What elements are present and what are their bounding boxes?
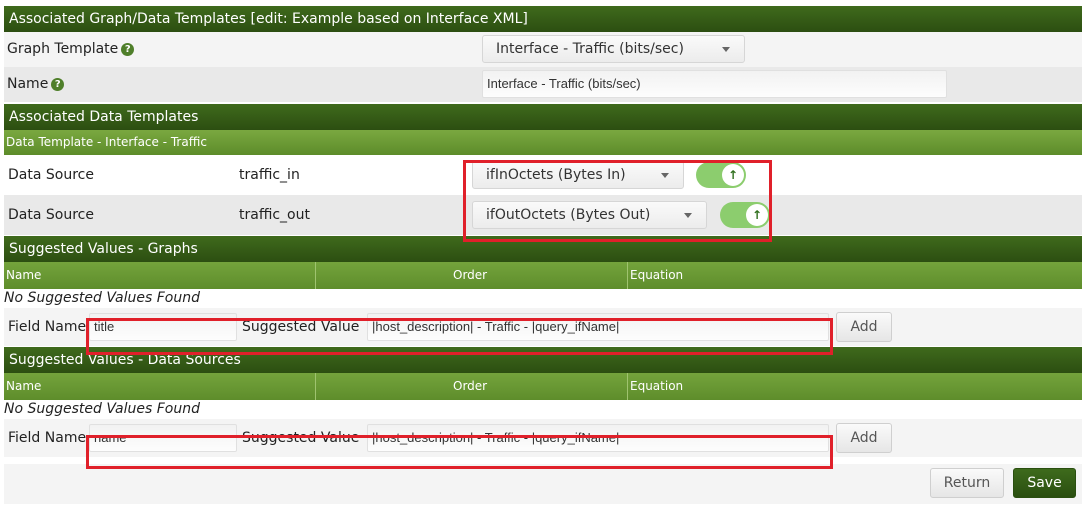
chevron-down-icon [661,173,669,178]
save-button[interactable]: Save [1013,468,1076,498]
field-name-label: Field Name [8,319,87,335]
data-source-select-value: ifInOctets (Bytes In) [486,167,626,183]
column-divider [315,373,316,400]
name-label-wrap: Name? [7,67,65,102]
chevron-down-icon [722,47,730,52]
column-name: Name [6,268,42,282]
no-values-message: No Suggested Values Found [4,289,1082,308]
data-source-label: Data Source [8,167,94,183]
graph-template-row: Graph Template? Interface - Traffic (bit… [4,32,1082,67]
ds-suggest-row: Field Name name Suggested Value |host_de… [4,419,1082,457]
field-name-input[interactable]: title [89,313,237,341]
data-source-select-out[interactable]: ifOutOctets (Bytes Out) [472,201,707,229]
column-header-row: Name Order Equation [4,262,1082,289]
name-label: Name [7,76,49,92]
field-name-label: Field Name [8,430,87,446]
arrow-up-icon: ↑ [722,164,744,186]
graph-template-select-value: Interface - Traffic (bits/sec) [496,41,684,57]
graph-suggest-row: Field Name title Suggested Value |host_d… [4,308,1082,346]
section-header-data-templates: Associated Data Templates [4,104,1082,130]
data-source-row-in: Data Source traffic_in ifInOctets (Bytes… [4,155,1082,195]
help-icon[interactable]: ? [51,77,65,91]
column-divider [315,262,316,289]
suggested-value-label: Suggested Value [242,319,360,335]
arrow-up-icon: ↑ [746,204,768,226]
suggested-value-input[interactable]: |host_description| - Traffic - |query_if… [367,313,829,341]
name-row: Name? Interface - Traffic (bits/sec) [4,67,1082,102]
toggle-switch-in[interactable]: ↑ [696,162,746,188]
graph-template-label: Graph Template [7,41,119,57]
data-source-label: Data Source [8,207,94,223]
data-source-row-out: Data Source traffic_out ifOutOctets (Byt… [4,195,1082,235]
chevron-down-icon [684,213,692,218]
add-button[interactable]: Add [836,312,892,342]
graph-template-select[interactable]: Interface - Traffic (bits/sec) [482,35,745,63]
data-source-select-in[interactable]: ifInOctets (Bytes In) [472,161,684,189]
suggested-value-input[interactable]: |host_description| - Traffic - |query_if… [367,424,829,452]
section-header-suggested-graphs: Suggested Values - Graphs [4,236,1082,262]
help-icon[interactable]: ? [121,42,135,56]
column-order: Order [453,379,488,393]
return-button[interactable]: Return [930,468,1004,498]
template-editor: Associated Graph/Data Templates [edit: E… [4,6,1082,504]
name-input[interactable]: Interface - Traffic (bits/sec) [482,70,947,98]
column-equation: Equation [630,268,684,282]
data-source-select-value: ifOutOctets (Bytes Out) [486,207,651,223]
column-name: Name [6,379,42,393]
section-header-graph-templates: Associated Graph/Data Templates [edit: E… [4,6,1082,32]
field-name-input[interactable]: name [89,424,237,452]
section-header-suggested-data-sources: Suggested Values - Data Sources [4,347,1082,373]
add-button[interactable]: Add [836,423,892,453]
column-divider [627,373,628,400]
graph-template-label-wrap: Graph Template? [7,32,135,67]
data-template-subheader: Data Template - Interface - Traffic [4,130,1082,155]
action-bar: Return Save [4,464,1082,504]
column-divider [627,262,628,289]
column-order: Order [453,268,488,282]
column-header-row: Name Order Equation [4,373,1082,400]
suggested-value-label: Suggested Value [242,430,360,446]
data-source-name: traffic_in [239,167,300,183]
data-source-name: traffic_out [239,207,310,223]
no-values-message: No Suggested Values Found [4,400,1082,419]
column-equation: Equation [630,379,684,393]
toggle-switch-out[interactable]: ↑ [720,202,770,228]
